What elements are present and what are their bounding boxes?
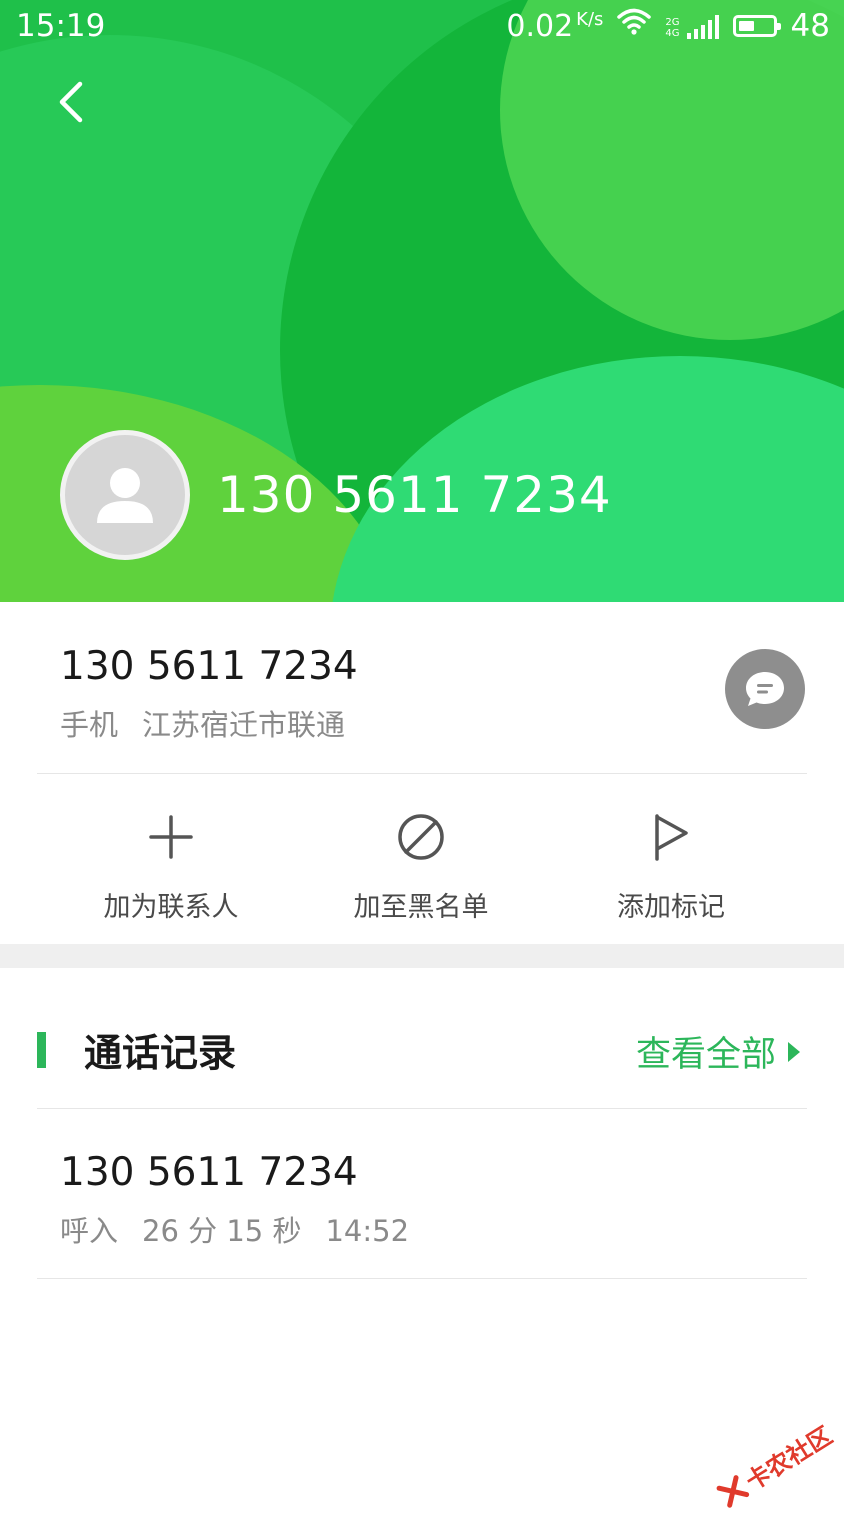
battery-percent: 48 (790, 8, 830, 44)
send-message-button[interactable] (725, 649, 805, 729)
number-details: 手机 江苏宿迁市联通 (60, 702, 345, 744)
divider (37, 773, 807, 774)
avatar (60, 430, 190, 560)
view-all-label: 查看全部 (635, 1035, 776, 1075)
call-history-header: 通话记录 查看全部 (0, 1010, 844, 1090)
call-record-details: 呼入 26 分 15 秒 14:52 (60, 1208, 409, 1250)
call-time: 14:52 (325, 1214, 410, 1248)
back-button[interactable] (40, 70, 100, 134)
watermark: 卡农社区 (712, 1416, 837, 1512)
call-record-row[interactable]: 130 5611 7234 呼入 26 分 15 秒 14:52 (0, 1110, 844, 1278)
add-to-blacklist-button[interactable]: 加至黑名单 (311, 807, 531, 924)
message-icon (746, 672, 784, 706)
network-speed: 0.02 K/s (506, 8, 604, 44)
call-record-number: 130 5611 7234 (60, 1150, 358, 1195)
status-bar: 15:19 0.02 K/s 2G 4G 48 (0, 0, 844, 52)
call-history-title: 通话记录 (84, 1031, 237, 1075)
call-direction: 呼入 (60, 1214, 119, 1248)
flag-icon (651, 807, 691, 867)
add-contact-button[interactable]: 加为联系人 (61, 807, 281, 924)
number-type: 手机 (60, 708, 119, 742)
person-icon (97, 468, 153, 523)
triangle-right-icon (788, 1041, 800, 1062)
section-separator (0, 944, 844, 968)
number-info-card: 130 5611 7234 手机 江苏宿迁市联通 加为联系人 加至黑名单 添加标… (0, 602, 844, 944)
add-contact-label: 加为联系人 (103, 892, 239, 923)
divider (37, 1278, 807, 1279)
add-tag-button[interactable]: 添加标记 (561, 807, 781, 924)
divider (37, 1108, 807, 1109)
number-location: 江苏宿迁市联通 (142, 708, 346, 742)
block-icon (396, 807, 446, 867)
add-tag-label: 添加标记 (617, 892, 725, 923)
phone-number: 130 5611 7234 (60, 644, 358, 689)
status-time: 15:19 (16, 8, 106, 44)
status-indicators: 0.02 K/s 2G 4G 48 (506, 8, 830, 44)
view-all-button[interactable]: 查看全部 (636, 1026, 800, 1077)
section-accent-bar (37, 1032, 46, 1068)
battery-icon (732, 15, 781, 37)
header-phone-number: 130 5611 7234 (217, 466, 612, 524)
plus-icon (148, 807, 194, 867)
wifi-icon (617, 8, 652, 44)
contact-header: 15:19 0.02 K/s 2G 4G 48 130 5611 7234 (0, 0, 844, 602)
cellular-signal-icon: 2G 4G (665, 13, 719, 39)
chevron-left-icon (59, 81, 83, 123)
add-to-blacklist-label: 加至黑名单 (353, 892, 489, 923)
call-duration: 26 分 15 秒 (142, 1214, 302, 1248)
